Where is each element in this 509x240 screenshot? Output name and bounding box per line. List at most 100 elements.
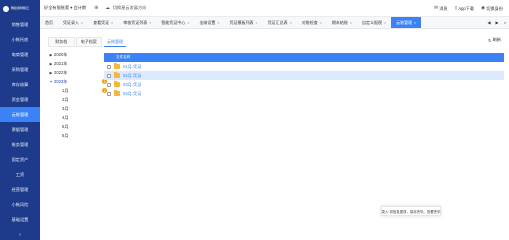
sidebar-item[interactable]: 工资 — [0, 167, 40, 182]
close-icon[interactable]: × — [414, 21, 416, 25]
sidebar-item[interactable]: 小帐托底 — [0, 32, 40, 47]
tab[interactable]: 查看凭证 × — [88, 17, 118, 28]
tree-node-label: 2020年 — [54, 51, 68, 57]
top-action-0[interactable]: ✉ 消息 — [434, 6, 447, 12]
tree-child-node[interactable]: 1月 1 — [48, 86, 107, 95]
refresh-button[interactable]: ↻ 刷新 — [488, 37, 501, 43]
close-icon[interactable]: × — [111, 21, 113, 25]
chevron-left-icon[interactable]: ‹ — [0, 232, 40, 238]
tree-node-label: 2月 — [62, 96, 69, 102]
refresh-label: 刷新 — [492, 37, 501, 42]
tab[interactable]: 智能凭证中心 × — [156, 17, 194, 28]
folder-icon — [114, 63, 120, 69]
sidebar-item[interactable]: 销售管理 — [0, 17, 40, 32]
tree-tab[interactable]: 财务档 — [48, 37, 75, 47]
sidebar-item[interactable]: 小帐风险 — [0, 197, 40, 212]
sidebar-item[interactable]: 固定资产 — [0, 152, 40, 167]
top-action-label: 消息 — [439, 5, 448, 11]
tab[interactable]: 期末结账 × — [327, 17, 357, 28]
folder-icon — [114, 90, 120, 96]
tab[interactable]: 自定义报税 × — [357, 17, 391, 28]
tree-node[interactable]: ▶ 2022年 — [48, 68, 102, 77]
close-icon[interactable]: × — [81, 21, 83, 25]
table-header: 文件名称 — [104, 53, 504, 62]
file-name[interactable]: 02月.凭证 — [123, 73, 141, 79]
tab-label: 审核凭证列表 — [123, 19, 148, 25]
top-action-label: App下载 — [458, 5, 475, 11]
tree-node-label: 2021年 — [54, 60, 68, 66]
sidebar-item[interactable]: 电商管理 — [0, 47, 40, 62]
file-name[interactable]: 03月.凭证 — [123, 82, 141, 88]
close-icon[interactable]: × — [320, 21, 322, 25]
logo: 畅捷通财税云 — [0, 0, 40, 17]
sidebar-item[interactable]: 基础设置 — [0, 212, 40, 227]
table-row[interactable]: 03月.凭证 — [104, 80, 504, 89]
tab[interactable]: 云账管理 × — [391, 17, 422, 28]
tree-node-label: 1月 — [62, 87, 69, 93]
tree-child-node[interactable]: 3月 — [48, 104, 102, 113]
tab-label: 出纳设置 — [199, 19, 216, 25]
tab[interactable]: 首页 — [40, 17, 58, 28]
close-icon[interactable]: × — [187, 21, 189, 25]
sidebar-item[interactable]: 采购管理 — [0, 62, 40, 77]
logo-text: 畅捷通财税云 — [11, 5, 30, 10]
tree-node[interactable]: ▼ 2023年 1 — [48, 77, 107, 86]
tab[interactable]: 凭证录入 × — [58, 17, 88, 28]
account-books-select[interactable]: 好全有限账套 ▾ 会计期 — [44, 5, 86, 11]
toast-message: 录入·将信息更改，保存完毕。查看完毕 — [381, 206, 441, 216]
close-icon[interactable]: × — [217, 21, 219, 25]
tab-prev-icon[interactable]: ◀ — [485, 17, 493, 28]
tree-child-node[interactable]: 6月 — [48, 131, 102, 140]
row-checkbox[interactable] — [107, 64, 111, 69]
tab-label: 云账管理 — [396, 19, 413, 25]
tree-node-label: 4月 — [62, 114, 69, 120]
add-circle-icon[interactable]: ⊕ — [94, 5, 98, 11]
close-icon[interactable]: × — [256, 21, 258, 25]
tab-label: 期末结账 — [331, 19, 348, 25]
close-icon[interactable]: × — [384, 21, 386, 25]
close-icon[interactable]: × — [290, 21, 292, 25]
sidebar-item[interactable]: 票据管理 — [0, 122, 40, 137]
table-row[interactable]: 02月.凭证 — [104, 71, 504, 80]
tree-child-node[interactable]: 2月 — [48, 95, 102, 104]
tab[interactable]: 审核凭证列表 × — [118, 17, 156, 28]
tree-tabs: 财务档 电子档案 — [48, 37, 102, 47]
tab-close-icon[interactable]: × — [501, 17, 509, 28]
file-name[interactable]: 04月.凭证 — [123, 91, 141, 97]
cloud-icon: ☁ — [105, 5, 110, 10]
switch-link[interactable]: 切换星云发展方向 — [113, 5, 147, 11]
tab[interactable]: 出纳设置 × — [194, 17, 224, 28]
top-action-2[interactable]: ◉ 切换身份 — [481, 6, 503, 12]
top-bar: 好全有限账套 ▾ 会计期 ⊕ ☁ 切换星云发展方向 ✉ 消息 ▯ App下载 ◉ 切换身份 — [40, 0, 509, 17]
tree-node[interactable]: ▶ 2020年 — [48, 50, 102, 59]
tree-tab[interactable]: 电子档案 — [75, 37, 102, 47]
tab[interactable]: 对账检查 × — [297, 17, 327, 28]
sidebar-item[interactable]: 资金管理 — [0, 92, 40, 107]
top-action-1[interactable]: ▯ App下载 — [455, 6, 474, 12]
close-icon[interactable]: × — [350, 21, 352, 25]
table-row[interactable]: 04月.凭证 — [104, 89, 504, 98]
tree-child-node[interactable]: 5月 — [48, 122, 102, 131]
sidebar-item[interactable]: 云账管理 — [0, 107, 40, 122]
content-tab-title[interactable]: 云账管理 — [104, 37, 126, 47]
sidebar-item[interactable]: 库存核算 — [0, 77, 40, 92]
table-row[interactable]: 01月.凭证 — [104, 62, 504, 71]
year-tree: ▶ 2020年 ▶ 2021年 ▶ 2022年 ▼ 2023年 1 1月 1 2月 3月 4月 5月 6月 — [48, 50, 107, 140]
row-checkbox[interactable] — [107, 91, 111, 96]
close-icon[interactable]: × — [149, 21, 151, 25]
file-name[interactable]: 01月.凭证 — [123, 64, 141, 70]
tab-label: 自定义报税 — [361, 19, 382, 25]
row-checkbox[interactable] — [107, 73, 111, 78]
sidebar-item[interactable]: 经营管理 — [0, 182, 40, 197]
tree-node[interactable]: ▶ 2021年 — [48, 59, 102, 68]
tree-node-label: 2023年 — [54, 78, 68, 84]
file-table: 文件名称 01月.凭证 02月.凭证 03月.凭证 04月.凭证 — [104, 53, 504, 98]
tab[interactable]: 凭证汇总表 × — [263, 17, 297, 28]
tab[interactable]: 凭证模板列表 × — [225, 17, 263, 28]
sidebar-item[interactable]: 账务管理 — [0, 137, 40, 152]
row-checkbox[interactable] — [107, 82, 111, 87]
tab-next-icon[interactable]: ▶ — [493, 17, 501, 28]
message-icon: ✉ — [434, 6, 439, 11]
tree-child-node[interactable]: 4月 — [48, 113, 102, 122]
tree-panel: 财务档 电子档案 ▶ 2020年 ▶ 2021年 ▶ 2022年 ▼ 2023年 1 1月 1 2月 3月… — [48, 37, 107, 197]
